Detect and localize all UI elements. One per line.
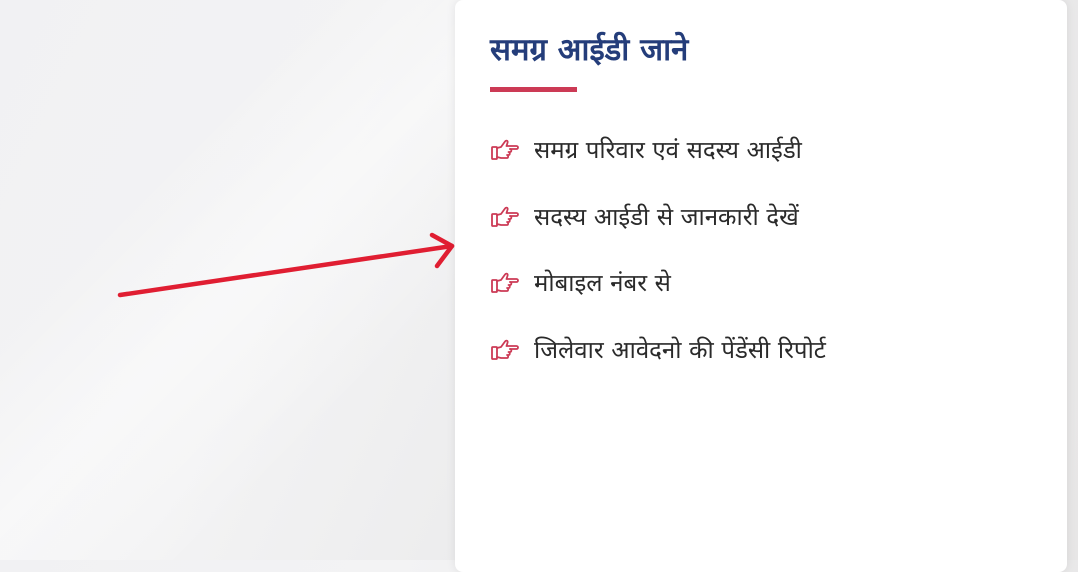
- panel-title: समग्र आईडी जाने: [490, 32, 689, 68]
- hand-pointing-right-icon: [491, 139, 519, 160]
- samagra-id-panel: समग्र आईडी जाने समग्र परिवार एवं सदस्य आ…: [455, 0, 1067, 572]
- panel-link-list: समग्र परिवार एवं सदस्य आईडी सदस्य आईडी स…: [490, 128, 826, 394]
- title-underline: [490, 87, 577, 92]
- link-by-mobile-number[interactable]: मोबाइल नंबर से: [490, 261, 826, 305]
- link-label: सदस्य आईडी से जानकारी देखें: [534, 202, 799, 231]
- link-samagra-family-member-id[interactable]: समग्र परिवार एवं सदस्य आईडी: [490, 128, 826, 172]
- link-label: समग्र परिवार एवं सदस्य आईडी: [534, 136, 802, 164]
- link-label: जिलेवार आवेदनो की पेंडेंसी रिपोर्ट: [534, 335, 826, 364]
- link-label: मोबाइल नंबर से: [534, 269, 671, 297]
- link-member-id-info[interactable]: सदस्य आईडी से जानकारी देखें: [490, 195, 826, 239]
- hand-pointing-right-icon: [491, 272, 519, 293]
- hand-pointing-right-icon: [491, 206, 519, 227]
- link-district-pendency-report[interactable]: जिलेवार आवेदनो की पेंडेंसी रिपोर्ट: [490, 328, 826, 372]
- hand-pointing-right-icon: [491, 339, 519, 360]
